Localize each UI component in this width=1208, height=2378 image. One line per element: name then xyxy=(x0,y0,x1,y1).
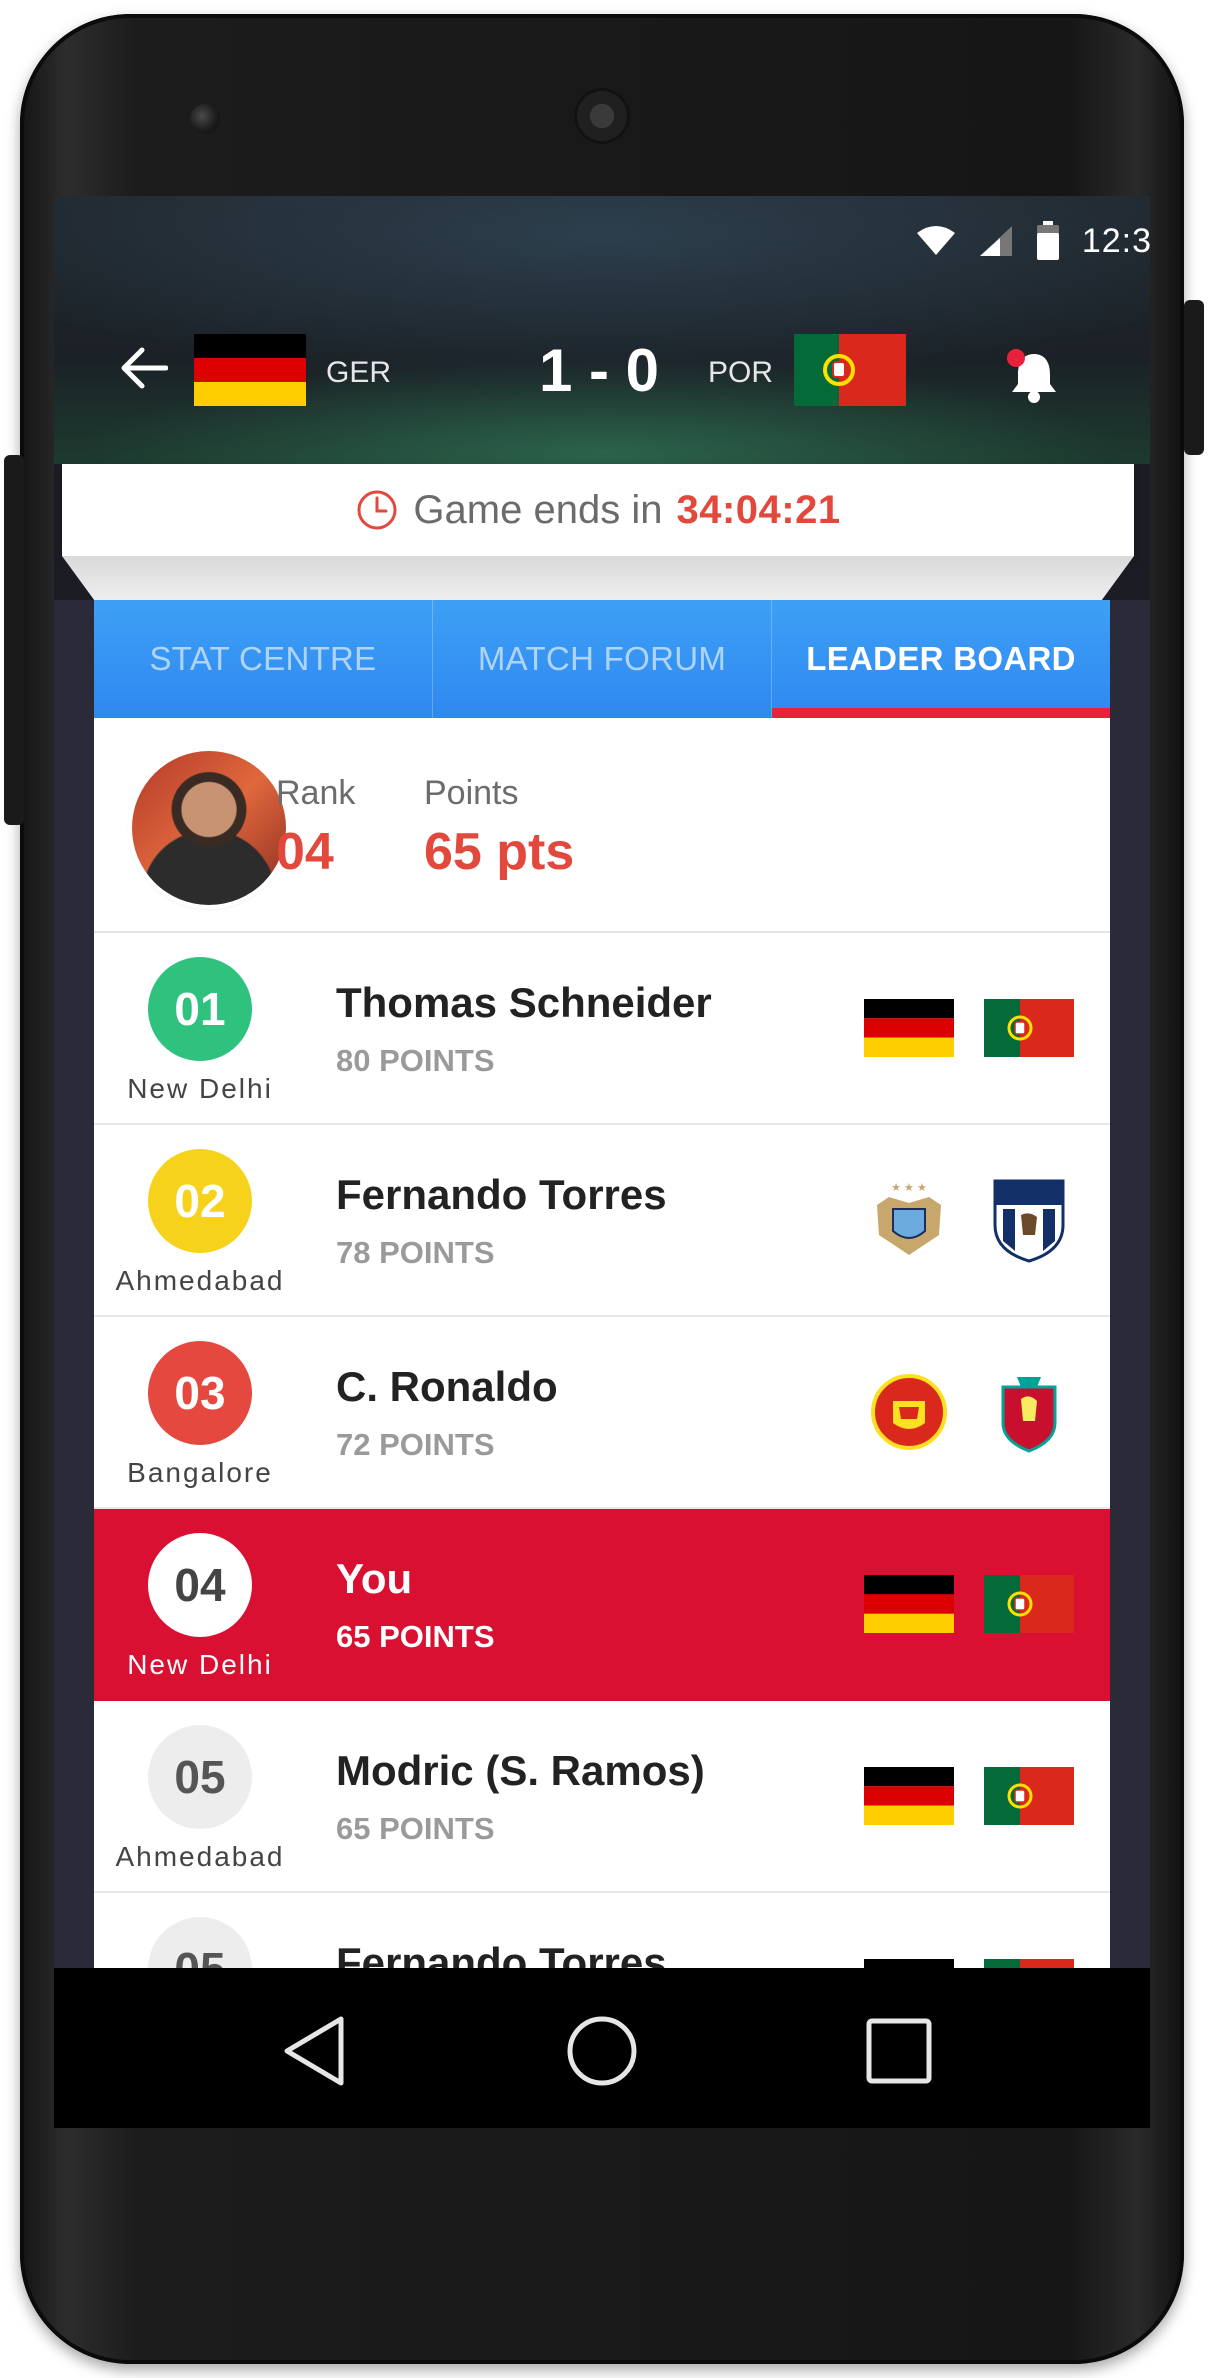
nav-recents-button[interactable] xyxy=(854,2006,944,2096)
away-team-code: POR xyxy=(708,356,774,389)
status-time: 12:3 xyxy=(1081,221,1150,260)
earpiece-speaker xyxy=(574,88,630,144)
points-label: Points xyxy=(424,774,519,812)
my-summary: Rank 04 Points 65 pts xyxy=(94,718,1110,933)
rank-badge: 04 xyxy=(148,1533,252,1637)
manchester-city-crest-icon: ★ ★ ★ xyxy=(877,1182,941,1255)
status-bar: 12:3 xyxy=(916,218,1150,264)
points-value: 65 pts xyxy=(424,823,575,881)
manchester-united-crest-icon xyxy=(871,1374,947,1450)
tab-bar: STAT CENTRE MATCH FORUM LEADER BOARD xyxy=(94,600,1110,718)
match-score: 1 - 0 xyxy=(538,337,660,404)
player-city: New Delhi xyxy=(127,1073,273,1104)
player-name: Modric (S. Ramos) xyxy=(336,1747,705,1794)
rank-badge: 01 xyxy=(148,957,252,1061)
power-button xyxy=(1184,300,1204,455)
match-header: 12:3 GER 1 - 0 POR xyxy=(54,196,1150,464)
player-name: Thomas Schneider xyxy=(336,979,712,1026)
west-brom-crest-icon xyxy=(993,1179,1065,1263)
avatar[interactable] xyxy=(132,751,286,905)
battery-icon xyxy=(1036,221,1060,261)
timer-label: Game ends in xyxy=(413,487,663,532)
germany-flag-icon xyxy=(864,1767,954,1825)
player-points: 65 POINTS xyxy=(336,1619,495,1654)
nav-back-icon xyxy=(284,2016,344,2086)
leaderboard-row[interactable]: 03 Bangalore C. Ronaldo 72 POINTS xyxy=(94,1317,1110,1509)
portugal-flag-icon xyxy=(984,1575,1074,1633)
player-points: 72 POINTS xyxy=(336,1427,495,1462)
android-nav-bar xyxy=(54,1968,1150,2128)
player-name: Fernando Torres xyxy=(336,1171,667,1218)
signal-icon xyxy=(978,224,1014,258)
tab-leader-board[interactable]: LEADER BOARD xyxy=(772,600,1110,718)
leaderboard-row[interactable]: 01 New Delhi Thomas Schneider 80 POINTS xyxy=(94,933,1110,1125)
bell-icon xyxy=(1007,349,1056,403)
germany-flag-icon xyxy=(864,999,954,1057)
rank-badge: 05 xyxy=(148,1725,252,1829)
front-camera xyxy=(190,104,220,134)
leaderboard-panel: Rank 04 Points 65 pts 01 New Delhi Thoma… xyxy=(94,718,1110,2128)
player-points: 78 POINTS xyxy=(336,1235,495,1270)
portugal-flag-icon xyxy=(984,1767,1074,1825)
tab-stat-centre[interactable]: STAT CENTRE xyxy=(94,600,433,718)
wifi-icon xyxy=(916,225,956,257)
player-city: Bangalore xyxy=(127,1457,273,1488)
leaderboard-row-current-user[interactable]: 04 New Delhi You 65 POINTS xyxy=(94,1509,1110,1701)
player-points: 65 POINTS xyxy=(336,1811,495,1846)
nav-home-icon xyxy=(567,2016,637,2086)
rank-label: Rank xyxy=(276,774,356,812)
rank-badge: 02 xyxy=(148,1149,252,1253)
volume-button xyxy=(4,455,24,825)
rank-badge: 03 xyxy=(148,1341,252,1445)
timer-value: 34:04:21 xyxy=(676,487,841,532)
home-team-code: GER xyxy=(326,356,392,389)
back-arrow-icon xyxy=(121,347,168,389)
notification-bell-button[interactable] xyxy=(1004,346,1064,406)
nav-back-button[interactable] xyxy=(269,2006,359,2096)
clock-icon xyxy=(357,490,397,530)
notification-dot xyxy=(1007,349,1025,367)
player-name: You xyxy=(336,1555,413,1602)
player-name: C. Ronaldo xyxy=(336,1363,558,1410)
rank-value: 04 xyxy=(276,823,334,881)
nav-home-button[interactable] xyxy=(557,2006,647,2096)
nav-recents-icon xyxy=(866,2018,932,2084)
app-screen: 12:3 GER 1 - 0 POR Game ends in 34:04:21… xyxy=(54,196,1150,2128)
germany-flag-icon xyxy=(194,334,306,406)
tab-match-forum[interactable]: MATCH FORUM xyxy=(433,600,772,718)
banner-fold xyxy=(62,556,1134,600)
leaderboard-row[interactable]: 05 Ahmedabad Modric (S. Ramos) 65 POINTS xyxy=(94,1701,1110,1893)
liverpool-crest-icon xyxy=(1001,1377,1057,1453)
player-city: New Delhi xyxy=(127,1649,273,1680)
player-points: 80 POINTS xyxy=(336,1043,495,1078)
game-timer-banner: Game ends in 34:04:21 xyxy=(62,464,1134,556)
portugal-flag-icon xyxy=(984,999,1074,1057)
leaderboard-row[interactable]: 02 Ahmedabad Fernando Torres 78 POINTS ★… xyxy=(94,1125,1110,1317)
svg-text:★ ★ ★: ★ ★ ★ xyxy=(891,1182,927,1194)
player-city: Ahmedabad xyxy=(115,1841,285,1872)
germany-flag-icon xyxy=(864,1575,954,1633)
portugal-flag-icon xyxy=(794,334,906,406)
player-city: Ahmedabad xyxy=(115,1265,285,1296)
back-button[interactable] xyxy=(114,338,174,398)
